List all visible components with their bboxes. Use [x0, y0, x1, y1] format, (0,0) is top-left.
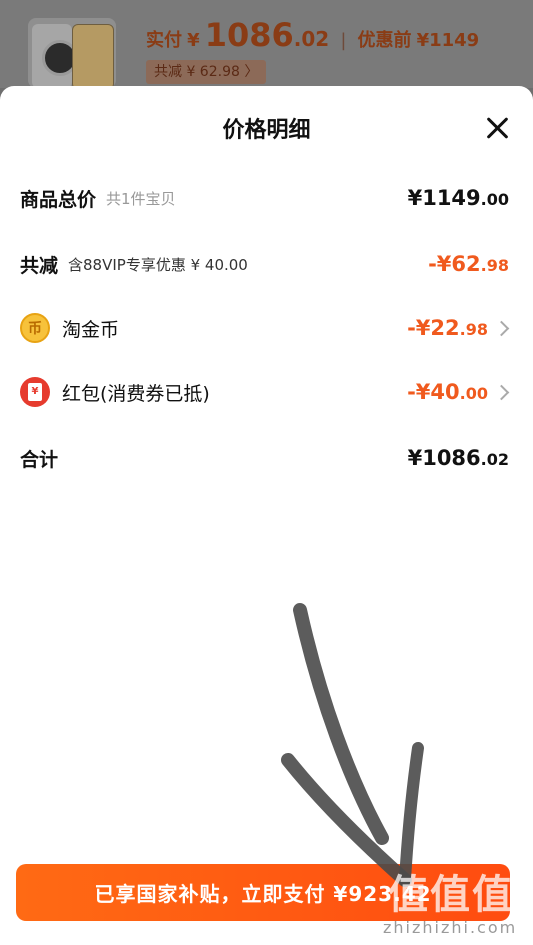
paid-amount: 1086 — [204, 16, 294, 54]
chevron-right-icon — [493, 384, 510, 400]
red-packet-icon: ¥ — [20, 377, 50, 407]
price-detail-sheet: 价格明细 商品总价 共1件宝贝 ¥1149.00 共减 含88VIP专享优惠 ¥… — [0, 86, 533, 945]
sheet-title: 价格明细 — [222, 118, 311, 143]
before-discount-price: ¥1149 — [416, 30, 480, 51]
product-thumbnail — [28, 18, 116, 88]
row-label: 合计 — [20, 448, 59, 471]
row-red-packet[interactable]: ¥ 红包(消费券已抵) -¥40.00 — [20, 372, 510, 412]
discount-chip[interactable]: 共减 ¥ 62.98 〉 — [146, 60, 267, 84]
row-amount: ¥1086.02 — [407, 446, 509, 470]
row-label: 共减 — [20, 254, 59, 277]
divider: | — [340, 30, 347, 51]
row-amount: ¥1149.00 — [407, 186, 509, 210]
row-sublabel: 含88VIP专享优惠 ¥ 40.00 — [68, 255, 248, 274]
row-amount: -¥62.98 — [428, 252, 509, 276]
paid-currency: ¥ — [187, 30, 200, 51]
paid-decimal: .02 — [293, 27, 330, 51]
row-label: 商品总价 — [20, 188, 97, 211]
row-amount: -¥22.98 — [407, 316, 488, 340]
row-grand-total: 合计 ¥1086.02 — [20, 438, 509, 478]
paid-price: 实付 ¥ 1086.02 | 优惠前 ¥1149 — [146, 16, 479, 54]
watermark-logo: 值值值 — [388, 872, 514, 918]
phone-front-image — [72, 24, 114, 88]
product-header: 实付 ¥ 1086.02 | 优惠前 ¥1149 共减 ¥ 62.98 〉 — [0, 0, 533, 88]
row-label: 红包(消费券已抵) — [62, 382, 210, 405]
close-icon[interactable] — [485, 116, 509, 140]
watermark-url: zhizhizhi.com — [383, 918, 518, 937]
row-taojinbi[interactable]: 币 淘金币 -¥22.98 — [20, 308, 510, 348]
before-discount-label: 优惠前 — [357, 30, 412, 51]
phone-back-image — [32, 24, 78, 88]
coin-icon: 币 — [20, 313, 50, 343]
row-amount: -¥40.00 — [407, 380, 488, 404]
row-subtotal: 商品总价 共1件宝贝 ¥1149.00 — [20, 178, 509, 218]
paid-label: 实付 — [146, 30, 182, 51]
row-label: 淘金币 — [62, 318, 120, 341]
chevron-right-icon — [493, 320, 510, 336]
row-sublabel: 共1件宝贝 — [106, 189, 176, 208]
row-total-discount: 共减 含88VIP专享优惠 ¥ 40.00 -¥62.98 — [20, 244, 509, 284]
